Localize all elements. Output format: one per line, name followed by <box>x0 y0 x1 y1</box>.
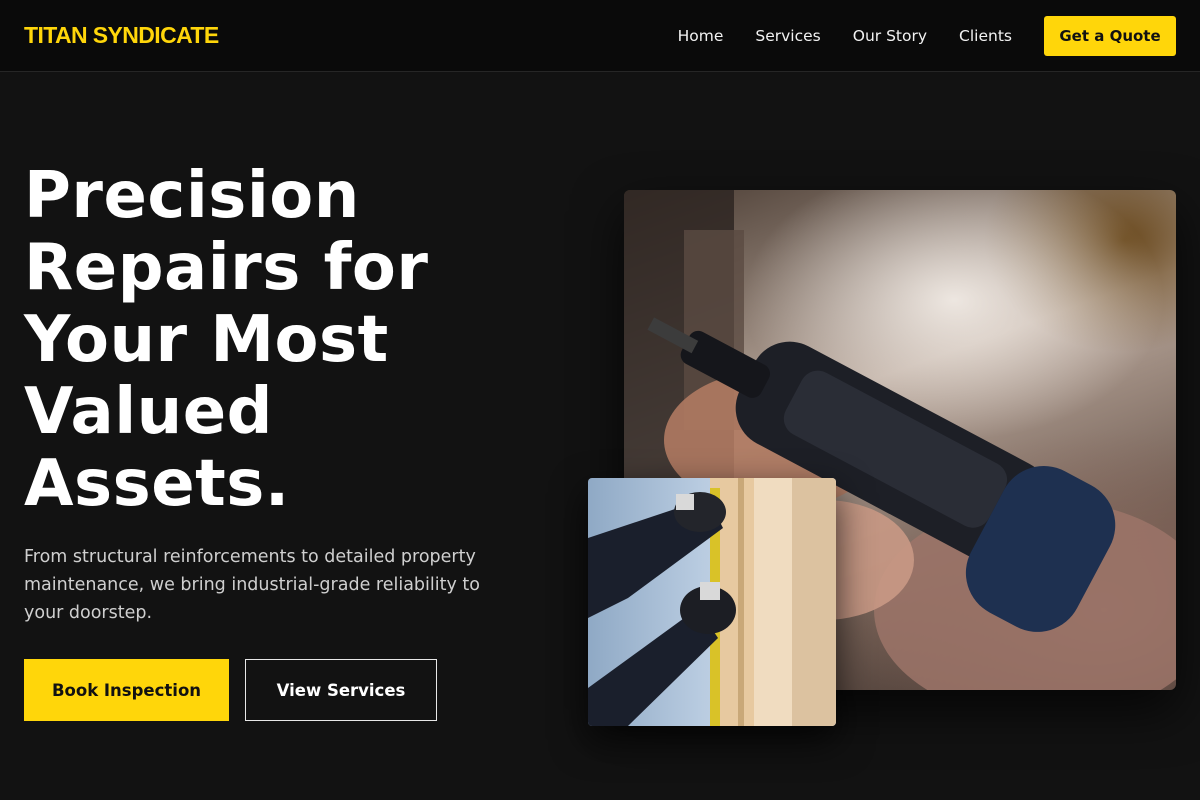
nav-clients-link[interactable]: Clients <box>959 16 1012 56</box>
site-header: TITAN SYNDICATE Home Services Our Story … <box>0 0 1200 72</box>
nav-services-link[interactable]: Services <box>755 16 820 56</box>
main-nav: Home Services Our Story Clients Get a Qu… <box>678 16 1176 56</box>
view-services-button[interactable]: View Services <box>245 659 437 721</box>
hero-title-line: Your Most <box>24 303 389 377</box>
hero-title-line: Valued <box>24 375 273 449</box>
hero-title: Precision Repairs for Your Most Valued A… <box>24 160 544 520</box>
hero-title-line: Precision <box>24 159 360 233</box>
nav-our-story-link[interactable]: Our Story <box>853 16 927 56</box>
book-inspection-button[interactable]: Book Inspection <box>24 659 229 721</box>
hero-subtitle: From structural reinforcements to detail… <box>24 547 480 623</box>
tape-measure-photo <box>588 478 836 726</box>
get-quote-button[interactable]: Get a Quote <box>1044 16 1176 56</box>
tape-measure-illustration <box>588 478 836 726</box>
brand-logo[interactable]: TITAN SYNDICATE <box>24 22 219 49</box>
hero-title-line: Repairs for <box>24 231 429 305</box>
hero-title-line: Assets. <box>24 447 290 521</box>
nav-home-link[interactable]: Home <box>678 16 724 56</box>
